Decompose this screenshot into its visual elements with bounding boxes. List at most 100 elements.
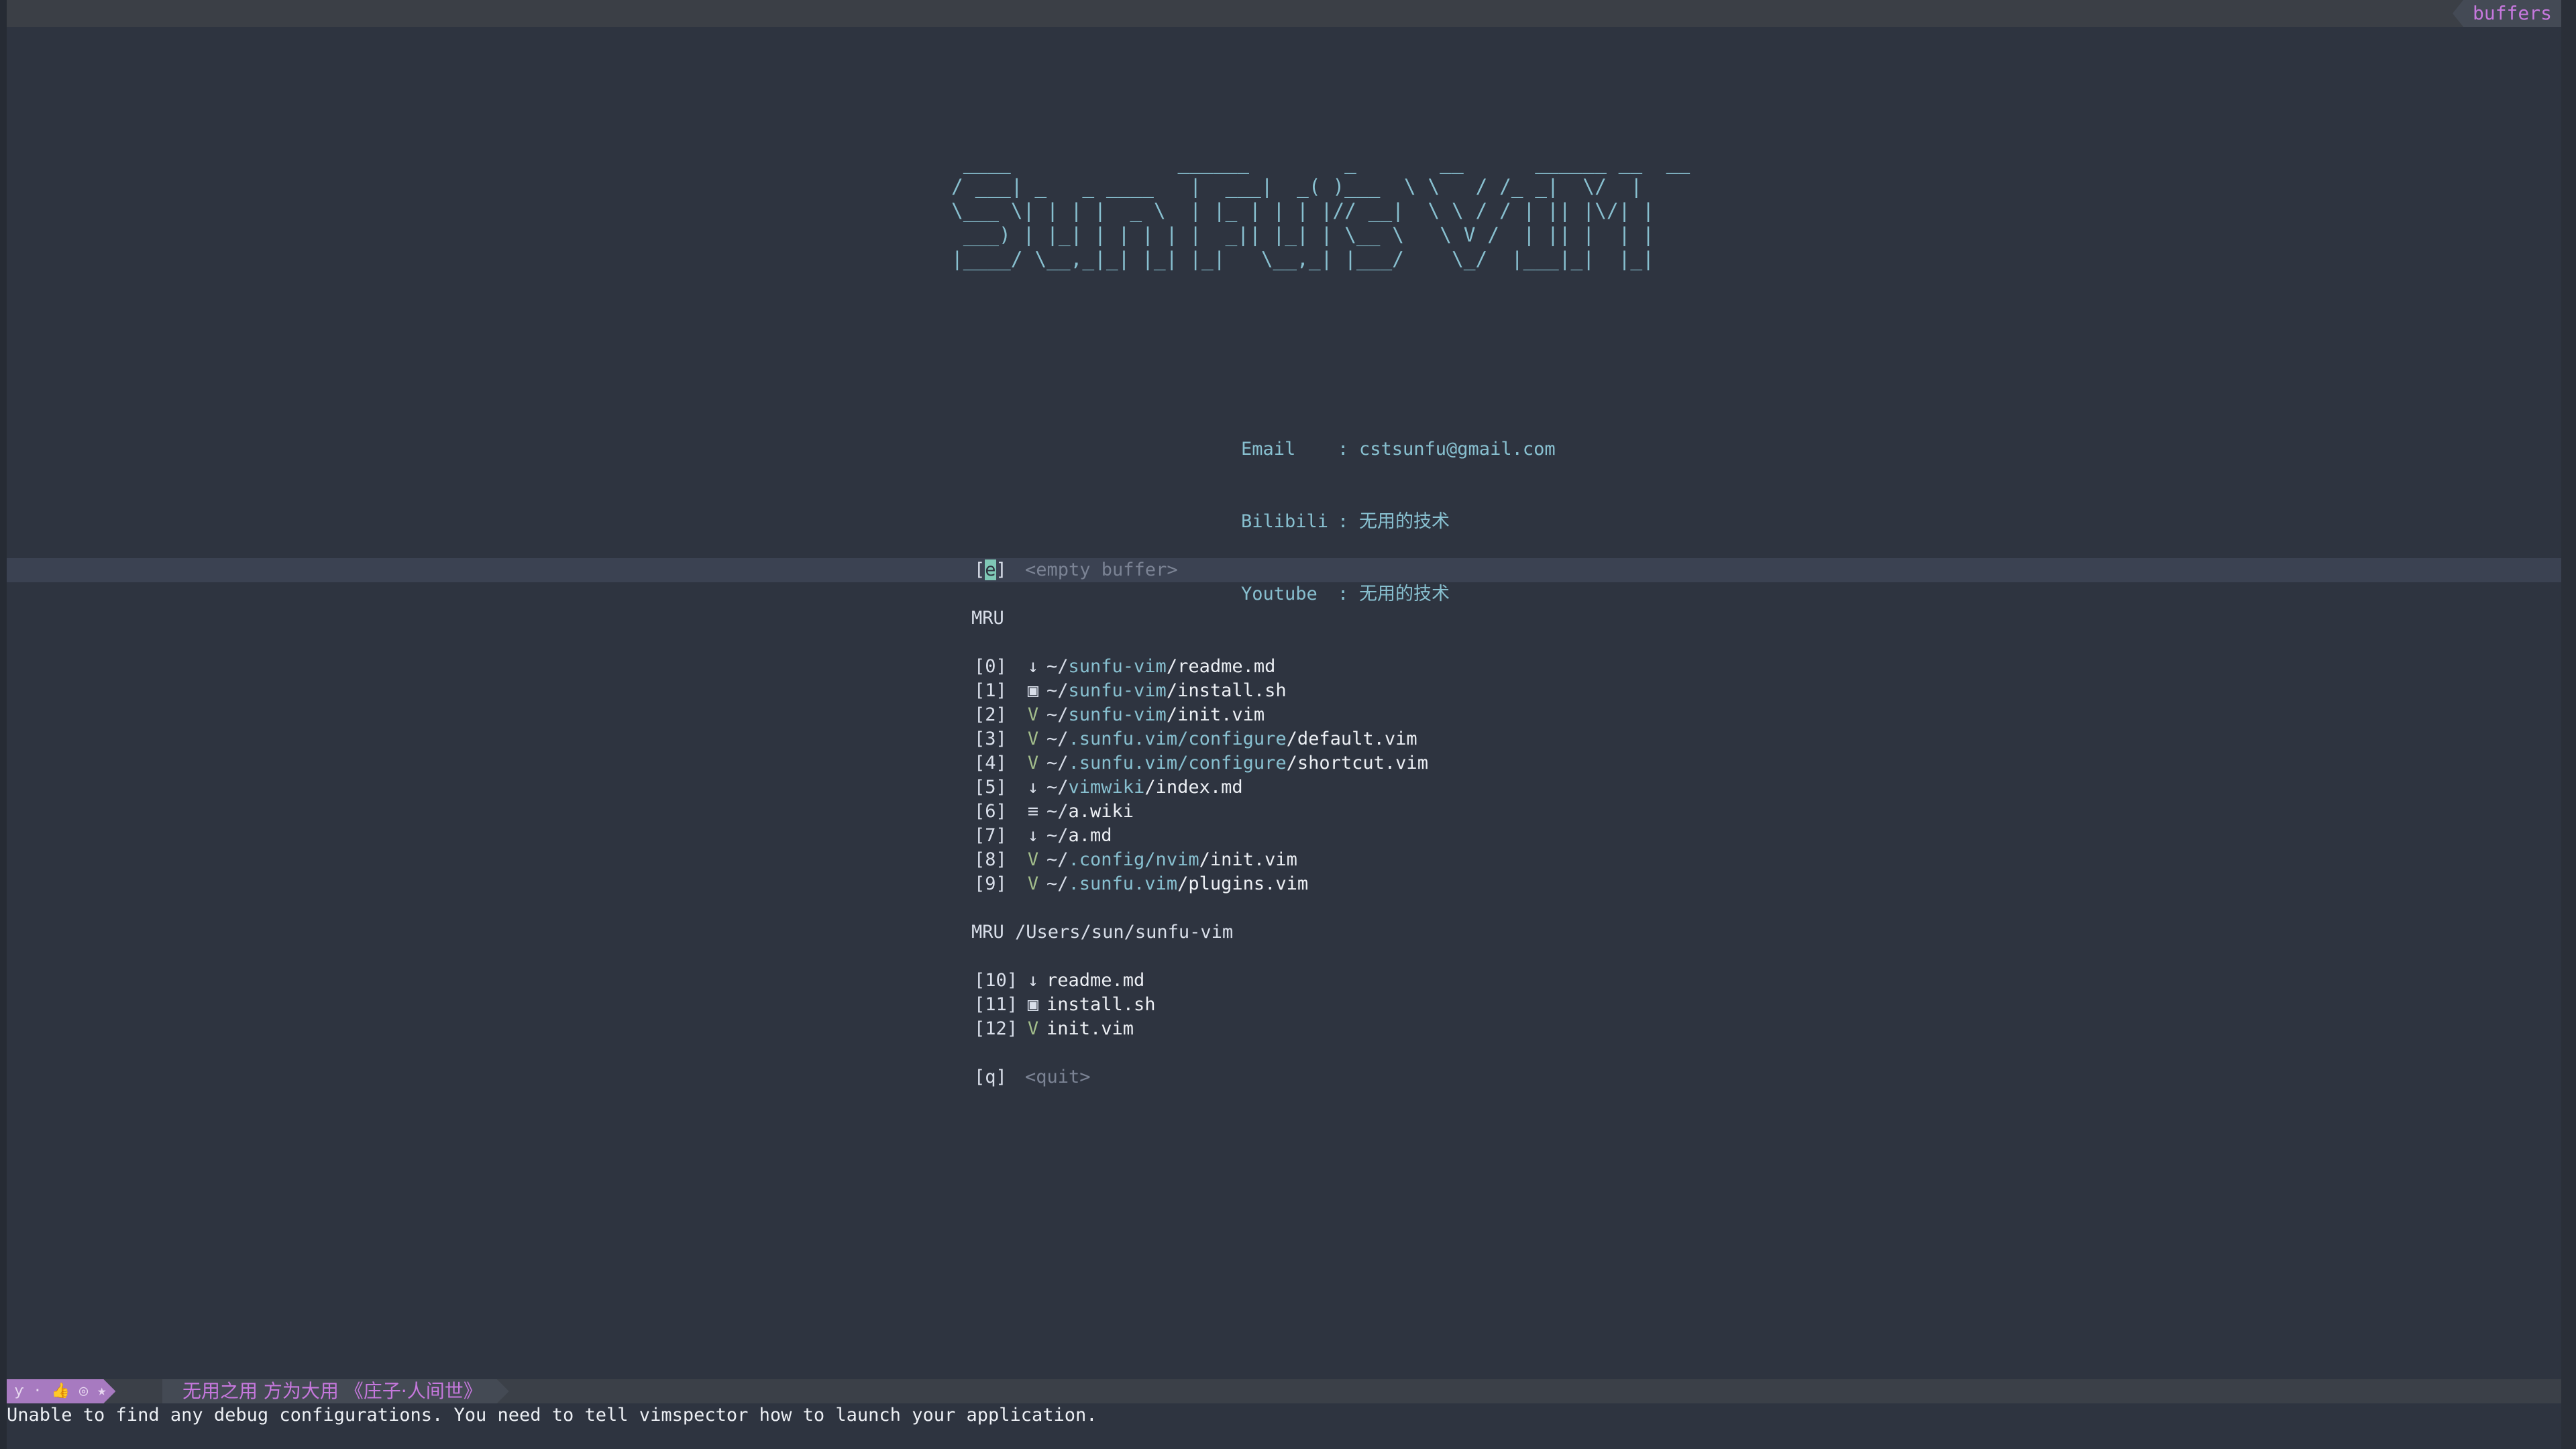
- menu-item-empty-buffer[interactable]: [e] <empty buffer>: [971, 558, 1233, 582]
- mru-item-index[interactable]: [2]: [974, 703, 1007, 727]
- vim-file-icon: V: [1027, 849, 1039, 870]
- mru-item-index[interactable]: [0]: [974, 655, 1007, 679]
- mru-item[interactable]: [10] ↓ readme.md: [971, 969, 1233, 993]
- mru-item-index[interactable]: [12]: [974, 1017, 1018, 1041]
- path-filename: /plugins.vim: [1177, 873, 1309, 894]
- mru-item-path[interactable]: ~/a.md: [1046, 824, 1112, 848]
- contact-row-youtube: Youtube: 无用的技术: [1241, 582, 1556, 606]
- mru-item[interactable]: [3] V ~/.sunfu.vim/configure/default.vim: [971, 727, 1417, 751]
- mru-item[interactable]: [5] ↓ ~/vimwiki/index.md: [971, 775, 1243, 800]
- menu-key-q[interactable]: [q]: [974, 1065, 1007, 1089]
- path-filename: /init.vim: [1199, 849, 1297, 870]
- mru-item[interactable]: [4] V ~/.sunfu.vim/configure/shortcut.vim: [971, 751, 1428, 775]
- contact-key: Youtube: [1241, 584, 1318, 604]
- menu-item-quit[interactable]: [q] <quit>: [971, 1065, 1233, 1089]
- path-directory: vimwiki: [1068, 777, 1145, 798]
- quit-label: <quit>: [1025, 1067, 1091, 1087]
- mru-item-path[interactable]: ~/.sunfu.vim/configure/shortcut.vim: [1046, 751, 1428, 775]
- contact-sep: :: [1338, 511, 1349, 532]
- mru-item-path[interactable]: ~/sunfu-vim/readme.md: [1046, 655, 1275, 679]
- cursor-line-highlight: [7, 558, 2561, 582]
- mru-item-index[interactable]: [11]: [974, 993, 1018, 1017]
- path-filename: readme.md: [1046, 970, 1145, 991]
- mru-item[interactable]: [7] ↓ ~/a.md: [971, 824, 1233, 848]
- mru-item-index[interactable]: [9]: [974, 872, 1007, 896]
- empty-buffer-label: <empty buffer>: [1025, 559, 1178, 580]
- vim-file-icon: V: [1027, 704, 1039, 725]
- path-home: ~/: [1046, 825, 1069, 846]
- markdown-file-icon: ↓: [1027, 825, 1039, 846]
- path-home: ~/: [1046, 656, 1069, 677]
- mru-item-path[interactable]: ~/sunfu-vim/init.vim: [1046, 703, 1265, 727]
- mru-item-path[interactable]: ~/sunfu-vim/install.sh: [1046, 679, 1287, 703]
- mru-item[interactable]: [11] ▣ install.sh: [971, 993, 1233, 1017]
- dot-separator-icon: ·: [33, 1383, 42, 1399]
- contact-sep: :: [1338, 584, 1349, 604]
- vim-file-icon: V: [1027, 1018, 1039, 1039]
- menu-key-e[interactable]: [e]: [974, 558, 1007, 582]
- mru-item-index[interactable]: [7]: [974, 824, 1007, 848]
- vim-file-icon: V: [1027, 753, 1039, 773]
- mru-item[interactable]: [8] V ~/.config/nvim/init.vim: [971, 848, 1297, 872]
- contact-key: Bilibili: [1241, 511, 1329, 532]
- window-right-border: [2561, 0, 2576, 1449]
- terminal-file-icon: ▣: [1027, 680, 1039, 701]
- contact-row-email: Email: cstsunfu@gmail.com: [1241, 437, 1556, 462]
- path-directory: .config/nvim: [1068, 849, 1199, 870]
- path-filename: /default.vim: [1286, 729, 1417, 749]
- markdown-file-icon: ↓: [1027, 970, 1039, 991]
- path-directory: .sunfu.vim/configure: [1068, 753, 1287, 773]
- circle-icon: ◎: [78, 1383, 89, 1399]
- mru-item-index[interactable]: [8]: [974, 848, 1007, 872]
- mru-item-index[interactable]: [1]: [974, 679, 1007, 703]
- mru-item[interactable]: [0] ↓ ~/sunfu-vim/readme.md: [971, 655, 1275, 679]
- mru-item-path[interactable]: ~/.sunfu.vim/plugins.vim: [1046, 872, 1308, 896]
- mru-item[interactable]: [12] Vinit.vim: [971, 1017, 1233, 1041]
- mru-item[interactable]: [2] V ~/sunfu-vim/init.vim: [971, 703, 1265, 727]
- mru-item[interactable]: [1] ▣ ~/sunfu-vim/install.sh: [971, 679, 1287, 703]
- ascii-banner: ____ ______ _ __ ______ __ __ / ___| _ _…: [951, 151, 1690, 270]
- contact-value: 无用的技术: [1359, 511, 1450, 532]
- contact-info: Email: cstsunfu@gmail.com Bilibili: 无用的技术 …: [1241, 389, 1556, 655]
- contact-row-bilibili: Bilibili: 无用的技术: [1241, 510, 1556, 534]
- mru-dir-header: MRU /Users/sun/sunfu-vim: [971, 922, 1234, 943]
- mru-item-path[interactable]: ~/vimwiki/index.md: [1046, 775, 1243, 800]
- terminal-file-icon: ▣: [1027, 994, 1039, 1015]
- mru-item-path[interactable]: ~/.sunfu.vim/configure/default.vim: [1046, 727, 1417, 751]
- path-filename: a.wiki: [1068, 801, 1134, 822]
- path-home: ~/: [1046, 729, 1069, 749]
- key-bracket-open: [: [974, 559, 985, 580]
- path-directory: sunfu-vim: [1068, 656, 1167, 677]
- mru-header: MRU: [971, 608, 1004, 629]
- vim-file-icon: V: [1027, 729, 1039, 749]
- mru-item-index[interactable]: [5]: [974, 775, 1007, 800]
- mru-item-path[interactable]: install.sh: [1046, 993, 1156, 1017]
- mru-item-index[interactable]: [6]: [974, 800, 1007, 824]
- mru-item-index[interactable]: [10]: [974, 969, 1018, 993]
- command-line-message: Unable to find any debug configurations.…: [7, 1405, 1097, 1426]
- startify-menu: [e] <empty buffer> MRU [0] ↓ ~/sunfu-vim/r…: [971, 558, 1428, 1089]
- mru-item-path[interactable]: init.vim: [1046, 1017, 1134, 1041]
- path-directory: sunfu-vim: [1068, 704, 1167, 725]
- thumbs-up-icon: 👍: [51, 1383, 70, 1399]
- path-home: ~/: [1046, 777, 1069, 798]
- markdown-file-icon: ↓: [1027, 777, 1039, 798]
- path-directory: .sunfu.vim: [1068, 873, 1178, 894]
- path-filename: install.sh: [1046, 994, 1156, 1015]
- path-home: ~/: [1046, 704, 1069, 725]
- cursor-block: e: [985, 559, 996, 580]
- path-home: ~/: [1046, 753, 1069, 773]
- mru-item[interactable]: [6] ≡ ~/a.wiki: [971, 800, 1233, 824]
- mru-item[interactable]: [9] V ~/.sunfu.vim/plugins.vim: [971, 872, 1308, 896]
- status-mode-segment: ƴ · 👍 ◎ ★: [7, 1379, 115, 1403]
- mru-item-path[interactable]: readme.md: [1046, 969, 1144, 993]
- mru-item-path[interactable]: ~/.config/nvim/init.vim: [1046, 848, 1297, 872]
- tab-buffers[interactable]: buffers: [2452, 0, 2561, 27]
- mru-item-index[interactable]: [3]: [974, 727, 1007, 751]
- mru-item-path[interactable]: ~/a.wiki: [1046, 800, 1134, 824]
- mru-item-index[interactable]: [4]: [974, 751, 1007, 775]
- contact-value: 无用的技术: [1359, 584, 1450, 604]
